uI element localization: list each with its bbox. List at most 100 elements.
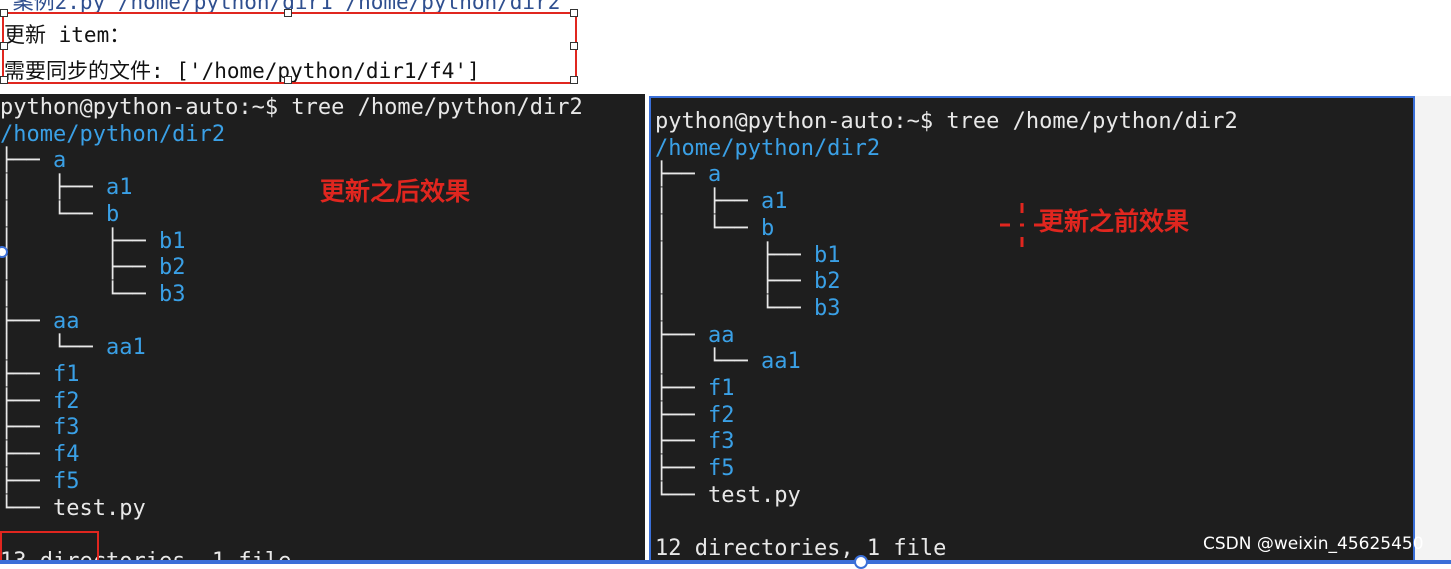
tree-branch: ├── [655,322,708,348]
terminal-line: │ ├── b1 [0,228,185,255]
terminal-line: ├── a [0,147,66,174]
tree-branch: ├── [655,456,708,482]
tree-entry-name: /home/python/dir2 [655,135,881,161]
resize-handle-r[interactable] [570,42,578,50]
terminal-line: │ ├── a1 [655,188,787,215]
tree-branch: │ ├── [655,189,761,215]
tree-entry-name: a [52,148,67,174]
tree-branch: ├── [0,148,53,174]
tree-entry-name: f2 [707,402,735,428]
tree-branch: ├── [0,442,53,468]
annotation-before-update: 更新之前效果 [1039,207,1190,236]
resize-handle-bottom[interactable] [854,555,868,569]
terminal-line: ├── aa [0,308,79,335]
tree-entry-name: f5 [707,456,735,482]
terminal-line: └── test.py [655,482,801,509]
terminal-line: │ ├── b2 [655,268,840,295]
terminal-line: │ ├── b1 [655,242,840,269]
tree-entry-name: a1 [760,189,788,215]
tree-entry-name: python@python-auto:~$ tree /home/python/… [655,109,1238,134]
tree-branch: │ └── [655,349,761,375]
tree-entry-name: a1 [105,175,133,201]
terminal-line: ├── f2 [655,402,734,429]
tree-branch: │ ├── [0,228,159,254]
tree-branch: │ ├── [655,242,814,268]
crosshair-cursor-icon [1000,203,1044,247]
terminal-line: │ └── b3 [0,281,185,308]
terminal-line: ├── f1 [655,375,734,402]
tree-branch: │ └── [0,335,106,361]
tree-branch: ├── [655,429,708,455]
tree-branch: │ └── [655,215,761,241]
tree-entry-name: python@python-auto:~$ tree /home/python/… [0,95,583,120]
tree-entry-name: b [105,201,120,227]
resize-handle-l[interactable] [0,42,8,50]
tree-branch: │ ├── [0,255,159,281]
tree-branch: └── [0,495,53,521]
terminal-line: python@python-auto:~$ tree /home/python/… [0,94,583,121]
tree-branch: └── [655,482,708,508]
tree-entry-name: b1 [813,242,841,268]
terminal-line: ├── f2 [0,388,79,415]
terminal-line: ├── f5 [0,468,79,495]
tree-entry-name: /home/python/dir2 [0,121,226,147]
tree-branch: ├── [655,162,708,188]
tree-entry-name: aa [707,322,735,348]
tree-entry-name: f4 [52,442,80,468]
tree-entry-name: f3 [52,415,80,441]
resize-handle-tr[interactable] [570,9,578,17]
resize-handle-bl[interactable] [0,76,8,84]
tree-entry-name: f2 [52,388,80,414]
tree-branch: ├── [0,362,53,387]
tree-entry-name: b3 [158,281,186,307]
tree-branch: │ └── [0,201,106,227]
terminal-after-update[interactable]: python@python-auto:~$ tree /home/python/… [0,94,645,564]
tree-branch: │ └── [655,295,814,321]
top-console-output: _案例2.py /home/python/dir1 /home/python/d… [0,0,1451,96]
tree-branch: │ ├── [0,175,106,201]
csdn-watermark: CSDN @weixin_45625450 [1203,534,1424,554]
terminal-line: ├── f3 [0,414,79,441]
terminal-line: 12 directories, 1 file [655,535,946,562]
tree-branch: ├── [655,376,708,401]
terminal-line: │ └── b [655,215,774,242]
tree-entry-name: b2 [813,269,841,295]
terminal-line: ├── aa [655,322,734,349]
terminal-line: │ └── aa1 [0,334,146,361]
terminal-line: python@python-auto:~$ tree /home/python/… [655,108,1238,135]
tree-entry-name: f1 [52,362,80,387]
tree-entry-name: test.py [52,495,146,521]
terminal-line: └── test.py [0,495,146,522]
terminal-line: ├── a [655,161,721,188]
tree-entry-name: b [760,215,775,241]
tree-entry-name: aa1 [105,335,146,361]
resize-handle-t[interactable] [284,9,292,17]
resize-handle-br[interactable] [570,76,578,84]
tree-entry-name: b3 [813,295,841,321]
terminal-line: /home/python/dir2 [655,135,880,162]
terminal-line: /home/python/dir2 [0,121,225,148]
tree-branch: ├── [0,468,53,494]
terminal-line: │ ├── b2 [0,254,185,281]
terminal-line: ├── f5 [655,455,734,482]
terminal-line: │ └── b [0,201,119,228]
terminal-before-update[interactable]: python@python-auto:~$ tree /home/python/… [649,96,1415,564]
background-strip [1415,96,1451,564]
selection-box[interactable] [2,12,577,84]
tree-entry-name: 12 directories, 1 file [655,536,947,562]
resize-handle-tl[interactable] [0,9,8,17]
terminal-line: ├── f3 [655,428,734,455]
terminal-line: │ ├── a1 [0,174,132,201]
tree-branch: ├── [0,388,53,414]
terminal-line: │ └── aa1 [655,348,801,375]
window-bottom-border [0,560,1451,564]
resize-handle-b[interactable] [284,76,292,84]
tree-branch: ├── [0,308,53,334]
tree-entry-name: test.py [707,482,801,508]
tree-entry-name: aa [52,308,80,334]
tree-entry-name: aa1 [760,349,801,375]
terminal-line: ├── f4 [0,441,79,468]
tree-entry-name: b2 [158,255,186,281]
terminal-line: ├── f1 [0,361,79,388]
terminal-line: │ └── b3 [655,295,840,322]
